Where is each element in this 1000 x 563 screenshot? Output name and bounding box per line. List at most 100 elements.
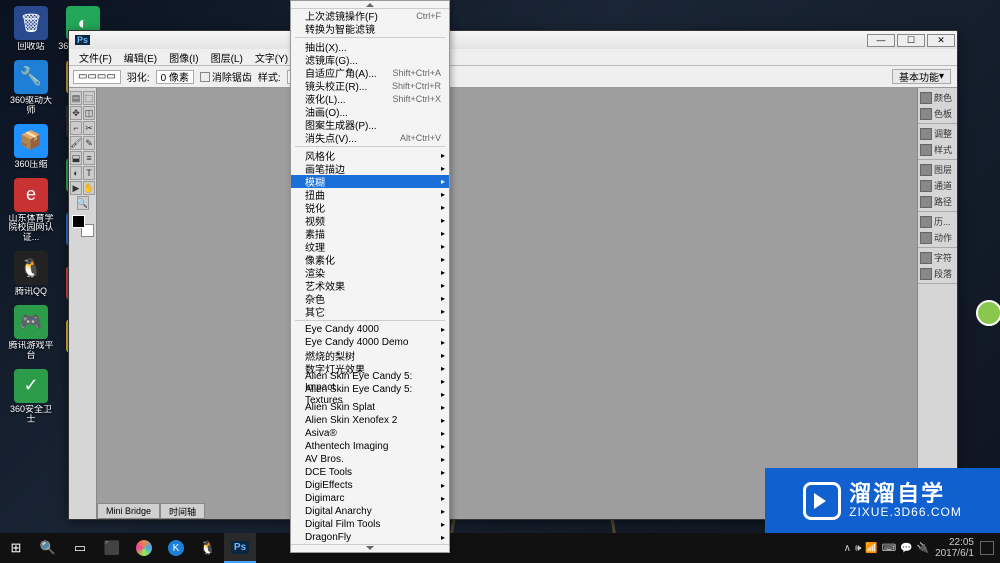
submenu-arrow-icon: ▸ [441,151,445,160]
desktop-icon-label: 360驱动大师 [6,96,56,116]
taskbar-item[interactable]: Ps [224,533,256,563]
tool-button[interactable]: T [83,166,95,180]
menu-item[interactable]: Eye Candy 4000▸ [291,323,449,336]
menu-scroll-down[interactable] [291,544,449,552]
menu-item[interactable]: 文字(Y) [249,50,294,65]
panel-shortcut[interactable]: 图层 [920,163,955,176]
desktop-icon-label: 回收站 [17,42,44,52]
panel-shortcut[interactable]: 路径 [920,195,955,208]
menu-item-shortcut: Ctrl+F [416,11,441,21]
tool-button[interactable]: ✋ [83,181,95,195]
tool-button[interactable]: ✎ [83,136,95,150]
floating-badge[interactable] [976,300,1000,326]
panel-shortcut[interactable]: 颜色 [920,91,955,104]
desktop-icon[interactable]: e山东体育学院校园网认证... [6,178,56,244]
desktop-icon-image: 🎮 [14,305,48,339]
menu-item[interactable]: Digital Anarchy▸ [291,505,449,518]
notification-button[interactable] [980,541,994,555]
panel-icon [920,252,932,264]
menu-item-shortcut: Shift+Ctrl+R [392,81,441,91]
menu-item[interactable]: DCE Tools▸ [291,466,449,479]
menu-item[interactable]: DragonFly▸ [291,531,449,544]
panel-tab[interactable]: 时间轴 [160,503,205,519]
tool-button[interactable]: ▶ [70,181,82,195]
panel-shortcut[interactable]: 样式 [920,143,955,156]
menu-item[interactable]: Alien Skin Splat▸ [291,401,449,414]
taskbar-item[interactable]: K [160,533,192,563]
taskbar-clock[interactable]: 22:05 2017/6/1 [935,537,974,559]
taskbar-item[interactable]: ▭ [64,533,96,563]
tool-button[interactable]: 🖌 [70,136,82,150]
maximize-button[interactable]: ☐ [897,34,925,47]
menu-item[interactable]: 其它▸ [291,305,449,318]
taskbar-item[interactable]: ⬛ [96,533,128,563]
desktop-icon[interactable]: 🔧360驱动大师 [6,60,56,116]
menu-item[interactable]: DigiEffects▸ [291,479,449,492]
menu-item[interactable]: 文件(F) [73,50,118,65]
minimize-button[interactable]: — [867,34,895,47]
panel-tab[interactable]: Mini Bridge [97,503,160,519]
desktop-icon-image: 🐧 [14,251,48,285]
taskbar-item[interactable] [128,533,160,563]
tool-button[interactable]: ≡ [83,151,95,165]
tool-button[interactable]: ✂ [83,121,95,135]
foreground-background-colors[interactable] [72,215,94,237]
panel-shortcut[interactable]: 色板 [920,107,955,120]
menu-item[interactable]: Digital Film Tools▸ [291,518,449,531]
panel-shortcut[interactable]: 字符 [920,251,955,264]
menu-item[interactable]: Alien Skin Eye Candy 5: Textures▸ [291,388,449,401]
panel-shortcut[interactable]: 动作 [920,231,955,244]
antialias-checkbox[interactable]: 消除锯齿 [200,69,252,84]
panel-icon [920,108,932,120]
menu-item[interactable]: Digimarc▸ [291,492,449,505]
tray-icon[interactable]: 📶 [865,543,877,554]
desktop-icon[interactable]: 🐧腾讯QQ [6,251,56,297]
tool-button[interactable]: ◫ [83,106,95,120]
panel-shortcut[interactable]: 调整 [920,127,955,140]
panel-shortcut[interactable]: 通道 [920,179,955,192]
desktop-icon[interactable]: 🎮腾讯游戏平台 [6,305,56,361]
desktop-icon[interactable]: ✓360安全卫士 [6,369,56,425]
tool-button[interactable]: ✥ [70,106,82,120]
desktop-icon[interactable]: 🗑 回收站 [6,6,56,52]
menu-item[interactable]: 图层(L) [205,50,249,65]
menu-item[interactable]: Asiva®▸ [291,427,449,440]
taskbar-item[interactable]: ⊞ [0,533,32,563]
feather-input[interactable]: 0 像素 [156,70,194,84]
tray-icon[interactable]: 🕪 [855,543,861,554]
tray-icon[interactable]: ⌨ [882,543,896,554]
submenu-arrow-icon: ▸ [441,229,445,238]
panel-shortcut[interactable]: 历... [920,215,955,228]
tool-button[interactable]: ▤ [70,91,82,105]
menu-item[interactable]: 消失点(V)...Alt+Ctrl+V [291,131,449,144]
menu-item-label: Athentech Imaging [305,441,388,452]
desktop-icon[interactable]: 📦360压缩 [6,124,56,170]
menu-item[interactable]: 转换为智能滤镜 [291,22,449,35]
tray-icon[interactable]: 🔌 [917,543,929,554]
tool-button[interactable]: ⬓ [70,151,82,165]
tool-button[interactable]: ◐ [70,166,82,180]
desktop-icon-image: 🗑 [14,6,48,40]
tool-button[interactable]: ⌐ [70,121,82,135]
menu-item[interactable]: 编辑(E) [118,50,163,65]
submenu-arrow-icon: ▸ [441,177,445,186]
panel-icon [920,196,932,208]
tray-icon[interactable]: 💬 [900,543,912,554]
tray-icon[interactable]: ∧ [844,543,851,554]
close-button[interactable]: ✕ [927,34,955,47]
taskbar-item[interactable]: 🐧 [192,533,224,563]
canvas-area[interactable]: Mini Bridge时间轴 [97,88,917,519]
watermark: 溜溜自学 ZIXUE.3D66.COM [765,468,1000,533]
menu-item[interactable]: Athentech Imaging▸ [291,440,449,453]
tool-button[interactable]: 🔍 [77,196,89,210]
panel-shortcut[interactable]: 段落 [920,267,955,280]
menu-item[interactable]: Alien Skin Xenofex 2▸ [291,414,449,427]
tool-button[interactable]: ⬚ [83,91,95,105]
marquee-shape-selector[interactable]: ▭▭▭▭ [73,70,121,84]
watermark-title: 溜溜自学 [849,481,962,506]
menu-item[interactable]: 图像(I) [163,50,204,65]
menu-item[interactable]: AV Bros.▸ [291,453,449,466]
workspace-selector[interactable]: 基本功能 ▾ [892,69,951,84]
taskbar-item[interactable]: 🔍 [32,533,64,563]
window-titlebar[interactable]: Ps — ☐ ✕ [69,31,957,49]
